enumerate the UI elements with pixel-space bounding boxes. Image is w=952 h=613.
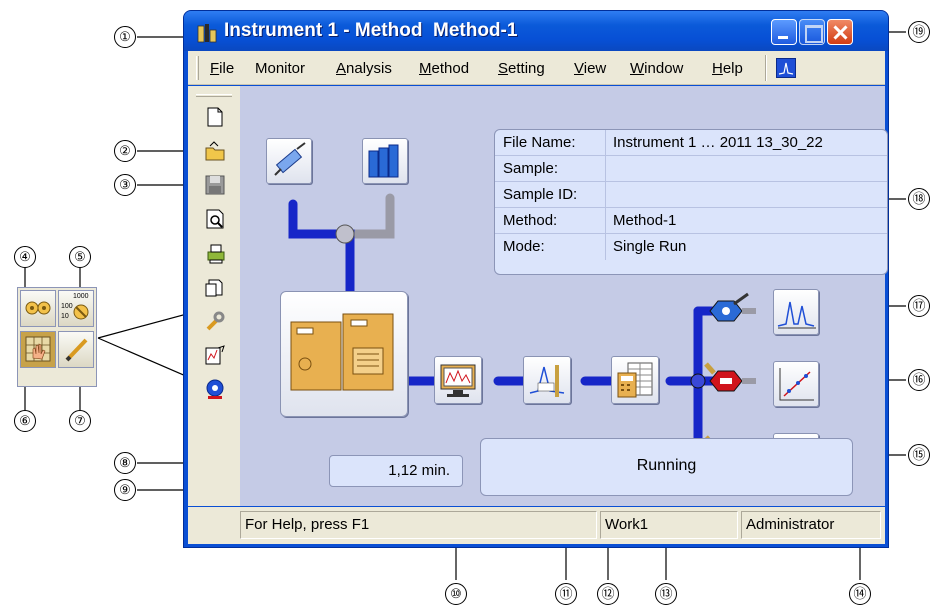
menu-method[interactable]: Method (419, 60, 469, 77)
menu-view[interactable]: View (574, 60, 606, 77)
callout-17: ⑰ (908, 295, 930, 317)
mode-value: Single Run (613, 238, 687, 255)
peak-width-icon (529, 365, 565, 397)
sample-label: Sample: (503, 160, 559, 177)
callout-13: ⑬ (655, 583, 677, 605)
new-file-icon[interactable] (204, 106, 226, 128)
solvent-bottles-icon (368, 144, 399, 178)
callout-9: ⑨ (114, 479, 136, 501)
peak-icon (778, 62, 794, 75)
callout-18: ⑱ (908, 188, 930, 210)
callout-1: ① (114, 26, 136, 48)
hand-grid-icon (25, 336, 51, 362)
save-icon[interactable] (204, 174, 226, 196)
callout-14: ⑭ (849, 583, 871, 605)
callout-15: ⑮ (908, 444, 930, 466)
monitor-button[interactable] (434, 356, 482, 404)
chromatogram-icon (777, 301, 816, 329)
run-time-display: 1,12 min. (329, 455, 463, 487)
print-preview-icon[interactable] (204, 208, 226, 230)
injector-button[interactable] (266, 138, 312, 184)
valve-16 (704, 362, 756, 392)
app-logo-icon (197, 24, 217, 43)
toolbar-grip (196, 94, 232, 97)
info-row-mode: Mode: Single Run (495, 234, 887, 260)
callout-8: ⑧ (114, 452, 136, 474)
open-folder-icon[interactable] (204, 140, 226, 162)
scale-dial-icon (73, 304, 89, 320)
instrument-window: Instrument 1 - Method Method-1 File Moni… (183, 10, 889, 548)
status-help-text: For Help, press F1 (240, 511, 597, 539)
window-title: Instrument 1 - Method Method-1 (224, 20, 518, 41)
file-name-label: File Name: (503, 134, 576, 151)
menu-file[interactable]: File (210, 60, 234, 77)
folder-copy-icon[interactable] (204, 276, 226, 298)
draw-baseline-button[interactable] (58, 331, 94, 368)
info-row-method: Method: Method-1 (495, 208, 887, 234)
callout-5: ⑤ (69, 246, 91, 268)
menu-help[interactable]: Help (712, 60, 743, 77)
peak-parameters-button[interactable] (523, 356, 571, 404)
calculator-table-icon (617, 362, 653, 398)
callout-6: ⑥ (14, 410, 36, 432)
menu-window[interactable]: Window (630, 60, 683, 77)
callout-19: ⑲ (908, 21, 930, 43)
menu-bar: File Monitor Analysis Method Setting Vie… (188, 51, 885, 85)
print-icon[interactable] (204, 242, 226, 264)
scale-button[interactable]: 1000 100 10 (58, 290, 94, 327)
calibration-curve-icon (779, 368, 814, 401)
menu-separator (765, 55, 767, 81)
menu-analysis[interactable]: Analysis (336, 60, 392, 77)
callout-4: ④ (14, 246, 36, 268)
solvents-button[interactable] (362, 138, 408, 184)
mode-label: Mode: (503, 238, 545, 255)
callout-11: ⑪ (555, 583, 577, 605)
file-name-value: Instrument 1 … 2011 13_30_22 (613, 134, 823, 151)
autozero-button[interactable] (20, 290, 56, 327)
method-label: Method: (503, 212, 558, 229)
callout-10: ⑩ (445, 583, 467, 605)
close-button[interactable] (827, 19, 853, 45)
schematic-workspace: File Name: Instrument 1 … 2011 13_30_22 … (240, 86, 888, 506)
instrument-modules-icon (290, 313, 394, 391)
client-area: File Name: Instrument 1 … 2011 13_30_22 … (188, 86, 888, 506)
callout-3: ③ (114, 174, 136, 196)
wrench-icon[interactable] (204, 310, 226, 332)
method-value: Method-1 (613, 212, 677, 229)
title-bar[interactable]: Instrument 1 - Method Method-1 (184, 11, 888, 51)
instrument-button[interactable] (280, 291, 408, 417)
maximize-button[interactable] (799, 19, 825, 45)
chromatogram-button[interactable] (776, 58, 796, 78)
callout-16: ⑯ (908, 369, 930, 391)
pencil-icon (65, 338, 88, 362)
analysis-toolbox: 1000 100 10 (17, 287, 97, 387)
menubar-grip (196, 56, 199, 80)
syringe-icon (274, 142, 306, 176)
status-user: Administrator (741, 511, 881, 539)
autozero-icon (25, 301, 51, 315)
chromatogram-view-button[interactable] (773, 289, 819, 335)
menu-setting[interactable]: Setting (498, 60, 545, 77)
callout-12: ⑫ (597, 583, 619, 605)
menu-monitor[interactable]: Monitor (255, 60, 305, 77)
run-info-panel: File Name: Instrument 1 … 2011 13_30_22 … (494, 129, 888, 275)
vertical-toolbar (192, 90, 236, 502)
callout-2: ② (114, 140, 136, 162)
minimize-button[interactable] (771, 19, 797, 45)
calculation-button[interactable] (611, 356, 659, 404)
instrument-status-icon[interactable] (204, 378, 226, 400)
info-row-file: File Name: Instrument 1 … 2011 13_30_22 (495, 130, 887, 156)
info-row-sample: Sample: (495, 156, 887, 182)
sample-id-label: Sample ID: (503, 186, 578, 203)
status-bar: For Help, press F1 Work1 Administrator (188, 507, 885, 544)
run-status-display: Running (480, 438, 853, 496)
window-hand-button[interactable] (20, 331, 56, 368)
calibration-button[interactable] (773, 361, 819, 407)
valve-17 (709, 292, 749, 322)
report-export-icon[interactable] (204, 344, 226, 366)
info-row-sample-id: Sample ID: (495, 182, 887, 208)
monitor-icon (440, 364, 476, 397)
callout-7: ⑦ (69, 410, 91, 432)
status-workspace: Work1 (600, 511, 738, 539)
